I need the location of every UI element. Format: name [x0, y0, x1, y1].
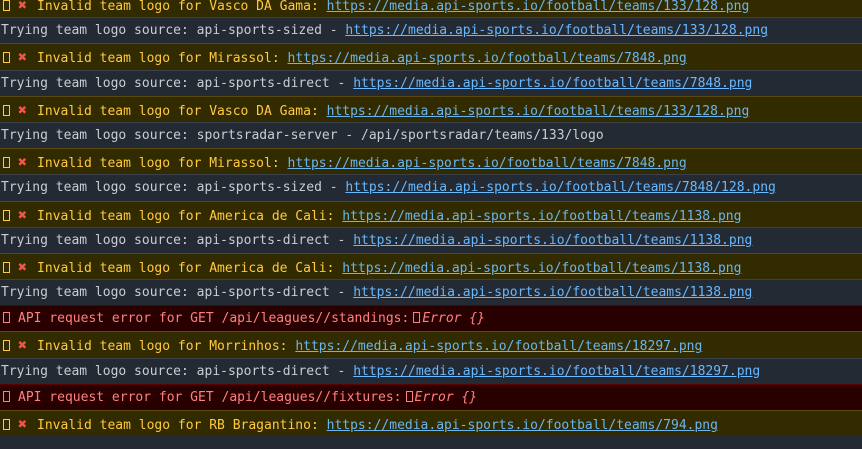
cross-mark-icon: ✖ — [18, 415, 28, 433]
console-url-link[interactable]: https://media.api-sports.io/football/tea… — [288, 51, 687, 66]
console-url-link[interactable]: https://media.api-sports.io/football/tea… — [345, 23, 768, 38]
console-message-text: Invalid team logo for America de Cali: — [37, 208, 335, 224]
missing-glyph-icon — [413, 312, 421, 324]
console-warning-row: ✖ Invalid team logo for Mirassol: https:/… — [0, 148, 862, 175]
console-url-link[interactable]: https://media.api-sports.io/football/tea… — [353, 285, 752, 300]
console-message-text: Trying team logo source: sportsradar-ser… — [1, 127, 604, 143]
console-log-row: Trying team logo source: api-sports-dire… — [0, 226, 862, 253]
missing-glyph-icon — [3, 390, 10, 402]
console-message-text: Invalid team logo for Mirassol: — [37, 156, 280, 172]
console-log-row: Trying team logo source: api-sports-size… — [0, 17, 862, 44]
console-message-text: Invalid team logo for Mirassol: — [37, 51, 280, 67]
console-url-link[interactable]: https://media.api-sports.io/football/tea… — [327, 0, 750, 14]
console-url-link[interactable]: https://media.api-sports.io/football/tea… — [353, 233, 752, 248]
console-url-link[interactable]: https://media.api-sports.io/football/tea… — [342, 261, 741, 276]
console-message-text: API request error for GET /api/leagues//… — [18, 311, 410, 327]
console-message-text: Trying team logo source: api-sports-size… — [1, 180, 346, 196]
console-message-text: Trying team logo source: api-sports-dire… — [1, 285, 354, 301]
missing-glyph-icon — [3, 261, 10, 273]
console-warning-row: ✖ Invalid team logo for Vasco DA Gama: ht… — [0, 0, 862, 18]
cross-mark-icon: ✖ — [18, 257, 28, 276]
console-message-text: Invalid team logo for Morrinhos: — [37, 339, 288, 355]
console-url-link[interactable]: https://media.api-sports.io/football/tea… — [288, 156, 687, 171]
cross-mark-icon: ✖ — [18, 100, 28, 119]
console-message-text: Invalid team logo for America de Cali: — [37, 260, 335, 276]
console-message-text: API request error for GET /api/leagues//… — [18, 389, 402, 405]
cross-mark-icon: ✖ — [18, 153, 28, 172]
console-log-row: Trying team logo source: api-sports-dire… — [0, 357, 862, 384]
console-url-link[interactable]: https://media.api-sports.io/football/tea… — [353, 76, 752, 91]
devtools-console-log: ✖ Invalid team logo for Vasco DA Gama: ht… — [0, 0, 862, 437]
console-message-text: Invalid team logo for Vasco DA Gama: — [37, 103, 319, 119]
console-warning-row: ✖ Invalid team logo for Morrinhos: https:… — [0, 331, 862, 358]
cross-mark-icon: ✖ — [18, 48, 28, 67]
error-object-preview[interactable]: Error {} — [415, 390, 478, 405]
console-warning-row: ✖ Invalid team logo for America de Cali: … — [0, 252, 862, 280]
console-message-text: Invalid team logo for Vasco DA Gama: — [37, 0, 319, 14]
missing-glyph-icon — [3, 0, 10, 11]
console-warning-row: ✖ Invalid team logo for Mirassol: https:/… — [0, 43, 862, 70]
console-message-text: Trying team logo source: api-sports-dire… — [1, 232, 354, 248]
console-url-link[interactable]: https://media.api-sports.io/football/tea… — [342, 209, 741, 224]
console-url-link[interactable]: https://media.api-sports.io/football/tea… — [327, 104, 750, 119]
console-url-link[interactable]: https://media.api-sports.io/football/tea… — [345, 180, 775, 195]
console-message-text: Trying team logo source: api-sports-size… — [1, 23, 346, 39]
cross-mark-icon: ✖ — [18, 205, 28, 224]
missing-glyph-icon — [3, 104, 10, 116]
missing-glyph-icon — [3, 209, 10, 221]
missing-glyph-icon — [405, 390, 413, 402]
cross-mark-icon: ✖ — [18, 0, 28, 14]
console-log-row: Trying team logo source: api-sports-dire… — [0, 279, 862, 306]
console-error-row: API request error for GET /api/leagues//… — [0, 305, 862, 332]
console-log-row: Trying team logo source: api-sports-size… — [0, 174, 862, 201]
console-log-row: Trying team logo source: api-sports-dire… — [0, 69, 862, 96]
error-object-preview[interactable]: Error {} — [422, 311, 485, 326]
console-url-link[interactable]: https://media.api-sports.io/football/tea… — [327, 418, 718, 433]
missing-glyph-icon — [3, 312, 10, 324]
console-warning-row: ✖ Invalid team logo for RB Bragantino: ht… — [0, 410, 862, 437]
console-message-text: Trying team logo source: api-sports-dire… — [1, 75, 354, 91]
console-error-row: API request error for GET /api/leagues//… — [0, 383, 862, 410]
console-message-text: Trying team logo source: api-sports-dire… — [1, 363, 354, 379]
console-url-link[interactable]: https://media.api-sports.io/football/tea… — [295, 339, 702, 354]
console-warning-row: ✖ Invalid team logo for America de Cali: … — [0, 200, 862, 227]
console-message-text: Invalid team logo for RB Bragantino: — [37, 418, 319, 433]
console-url-link[interactable]: https://media.api-sports.io/football/tea… — [353, 364, 760, 379]
cross-mark-icon: ✖ — [18, 336, 28, 355]
missing-glyph-icon — [3, 157, 10, 169]
missing-glyph-icon — [3, 419, 10, 430]
console-log-row: Trying team logo source: sportsradar-ser… — [0, 121, 862, 149]
missing-glyph-icon — [3, 340, 10, 352]
console-warning-row: ✖ Invalid team logo for Vasco DA Gama: ht… — [0, 95, 862, 122]
missing-glyph-icon — [3, 52, 10, 64]
